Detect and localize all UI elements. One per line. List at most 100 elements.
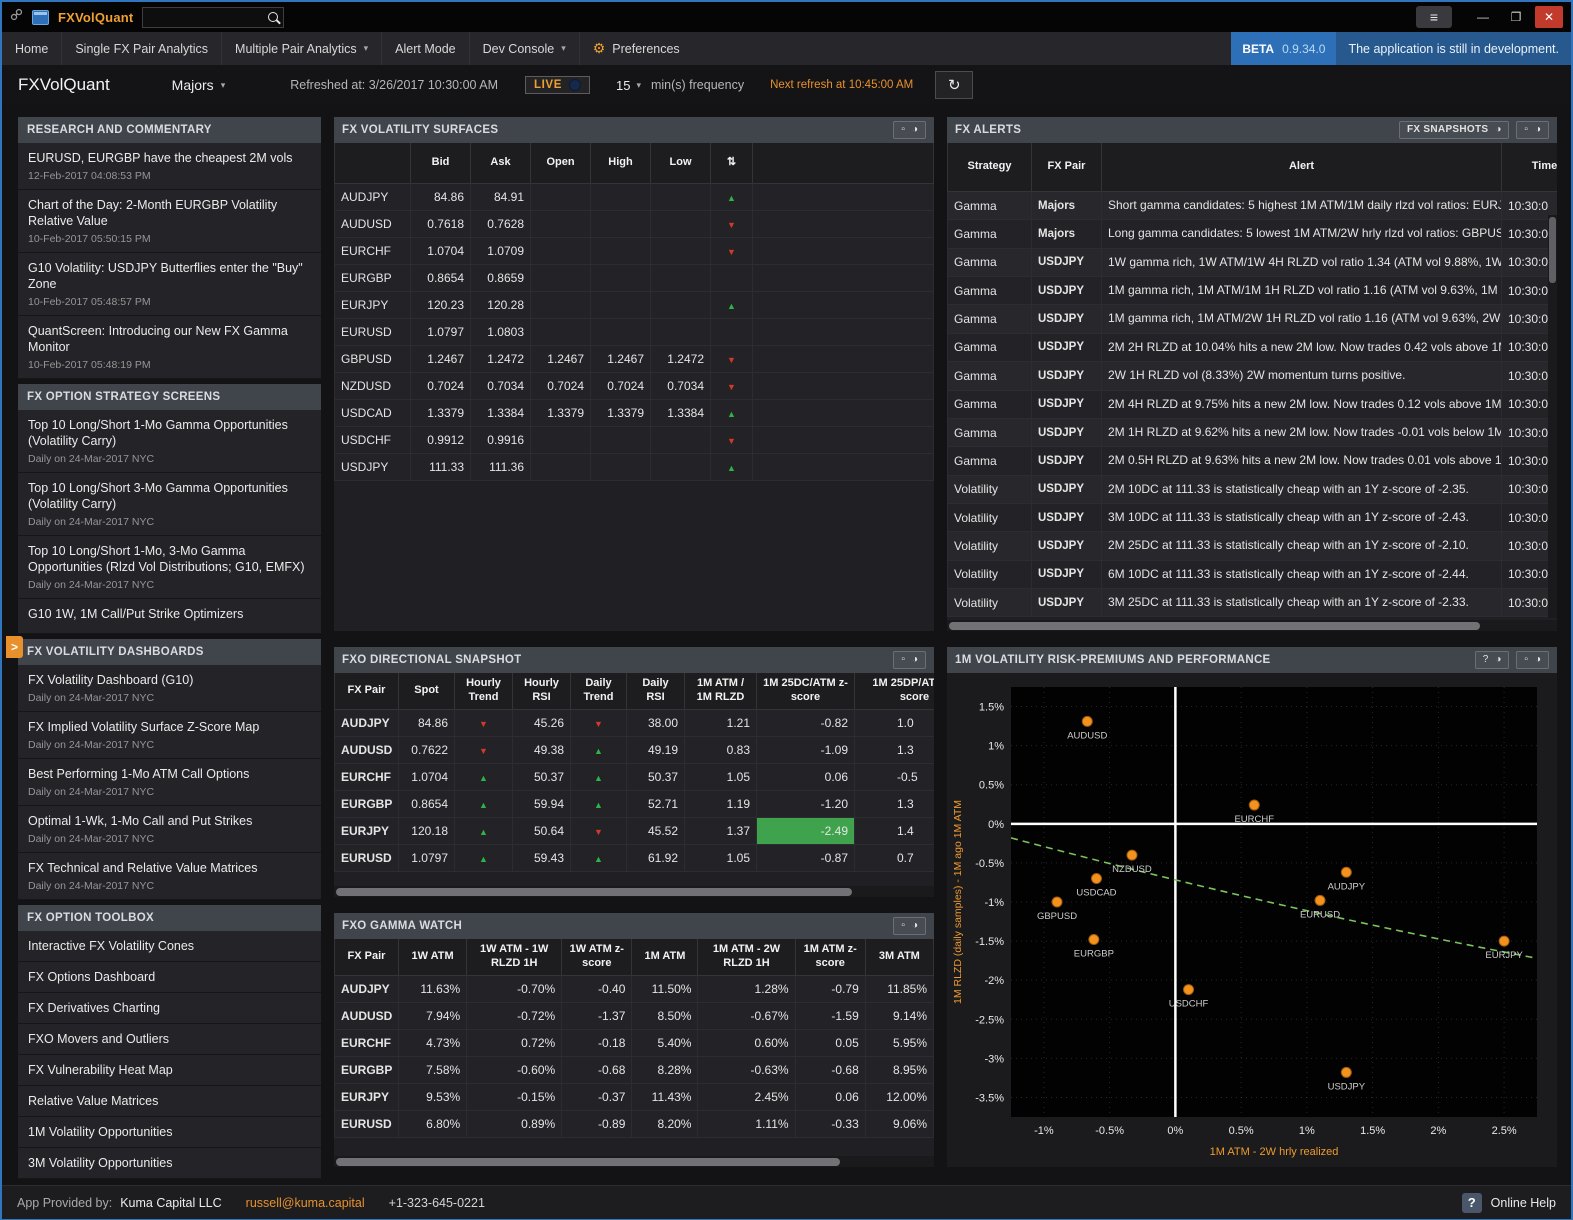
menu-dev-console[interactable]: Dev Console▾ xyxy=(470,32,580,65)
sidebar-item[interactable]: 1M Volatility Opportunities xyxy=(18,1117,321,1148)
toggle-icon[interactable]: ◑ xyxy=(1495,653,1501,667)
minimize-button[interactable]: — xyxy=(1469,6,1497,28)
alert-row[interactable]: Gamma USDJPY 1M gamma rich, 1M ATM/2W 1H… xyxy=(948,305,1558,333)
alert-row[interactable]: Gamma USDJPY 2M 2H RLZD at 10.04% hits a… xyxy=(948,333,1558,361)
maximize-button[interactable]: ❐ xyxy=(1502,6,1530,28)
fx-pair-link[interactable]: NZDUSD xyxy=(335,373,411,400)
toggle-icon[interactable]: ◑ xyxy=(912,919,918,933)
alert-row[interactable]: Gamma Majors Long gamma candidates: 5 lo… xyxy=(948,220,1558,248)
col-header-hourly-rsi[interactable]: Hourly RSI xyxy=(513,673,571,709)
link-icon[interactable] xyxy=(10,8,23,26)
fx-pair-link[interactable]: EURGBP xyxy=(335,265,411,292)
directional-row[interactable]: EURCHF 1.0704 50.37 50.37 1.05 0.06 -0.5 xyxy=(335,763,935,790)
directional-row[interactable]: AUDJPY 84.86 45.26 38.00 1.21 -0.82 1.0 xyxy=(335,709,935,736)
col-header-high[interactable]: High xyxy=(591,143,651,184)
fx-snapshots-button[interactable]: FX SNAPSHOTS ◑ xyxy=(1399,121,1509,139)
fx-pair-link[interactable]: USDCAD xyxy=(335,400,411,427)
chart-help-button[interactable]: ? ◑ xyxy=(1475,651,1510,669)
online-help-link[interactable]: Online Help xyxy=(1491,1196,1556,1210)
search-icon[interactable] xyxy=(268,12,278,22)
sidebar-item[interactable]: FXO Movers and Outliers xyxy=(18,1024,321,1055)
expand-icon[interactable]: ▫ xyxy=(1524,123,1528,137)
sidebar-item[interactable]: FX Volatility Dashboard (G10) Daily on 2… xyxy=(18,665,321,712)
expand-icon[interactable]: ▫ xyxy=(901,653,905,667)
scrollbar-thumb[interactable] xyxy=(336,888,852,896)
surface-row[interactable]: USDCHF 0.9912 0.9916 xyxy=(335,427,934,454)
col-header-ask[interactable]: Ask xyxy=(471,143,531,184)
sidebar-item[interactable]: 3M Volatility Opportunities xyxy=(18,1148,321,1179)
col-header-1w-atm-zscore[interactable]: 1W ATM z-score xyxy=(562,939,632,975)
alert-row[interactable]: Gamma USDJPY 1W gamma rich, 1W ATM/1W 4H… xyxy=(948,248,1558,276)
expand-icon[interactable]: ▫ xyxy=(901,919,905,933)
fx-pair-link[interactable]: EURJPY xyxy=(335,292,411,319)
sidebar-item[interactable]: EURUSD, EURGBP have the cheapest 2M vols… xyxy=(18,143,321,190)
search-input[interactable] xyxy=(148,10,264,24)
col-header-daily-trend[interactable]: Daily Trend xyxy=(571,673,627,709)
fx-pair-link[interactable]: USDJPY xyxy=(335,454,411,481)
surface-row[interactable]: NZDUSD 0.7024 0.7034 0.7024 0.7024 0.703… xyxy=(335,373,934,400)
menu-alert-mode[interactable]: Alert Mode xyxy=(382,32,469,65)
surface-row[interactable]: EURGBP 0.8654 0.8659 xyxy=(335,265,934,292)
sidebar-item[interactable]: FX Derivatives Charting xyxy=(18,993,321,1024)
menu-preferences[interactable]: ⚙Preferences xyxy=(580,32,693,65)
volatility-scatter-plot[interactable]: -1%-0.5%0%0.5%1%1.5%2%2.5%1.5%1%0.5%0%-0… xyxy=(947,673,1557,1167)
menu-multiple-pair-analytics[interactable]: Multiple Pair Analytics▾ xyxy=(222,32,382,65)
menu-home[interactable]: Home xyxy=(2,32,62,65)
fx-pair-link[interactable]: GBPUSD xyxy=(335,346,411,373)
alert-row[interactable]: Volatility USDJPY 2M 25DC at 111.33 is s… xyxy=(948,532,1558,560)
sidebar-expander-button[interactable]: > xyxy=(6,636,23,658)
gamma-row[interactable]: AUDUSD 7.94% -0.72% -1.37 8.50% -0.67% -… xyxy=(335,1002,934,1029)
menu-single-fx-pair-analytics[interactable]: Single FX Pair Analytics xyxy=(62,32,222,65)
alert-row[interactable]: Volatility USDJPY 6M 10DC at 111.33 is s… xyxy=(948,560,1558,588)
alert-row[interactable]: Gamma USDJPY 1M gamma rich, 1M ATM/1M 1H… xyxy=(948,277,1558,305)
col-header-fx-pair[interactable]: FX Pair xyxy=(335,673,399,709)
surface-row[interactable]: EURJPY 120.23 120.28 xyxy=(335,292,934,319)
col-header-bid[interactable]: Bid xyxy=(411,143,471,184)
gamma-row[interactable]: EURUSD 6.80% 0.89% -0.89 8.20% 1.11% -0.… xyxy=(335,1110,934,1137)
sidebar-item[interactable]: G10 1W, 1M Call/Put Strike Optimizers xyxy=(18,599,321,634)
gamma-row[interactable]: AUDJPY 11.63% -0.70% -0.40 11.50% 1.28% … xyxy=(335,975,934,1002)
col-header-3m-atm[interactable]: 3M ATM xyxy=(865,939,933,975)
gamma-row[interactable]: EURJPY 9.53% -0.15% -0.37 11.43% 2.45% 0… xyxy=(335,1083,934,1110)
col-header-1m-atm-zscore[interactable]: 1M ATM z-score xyxy=(795,939,865,975)
surface-row[interactable]: USDCAD 1.3379 1.3384 1.3379 1.3379 1.338… xyxy=(335,400,934,427)
alert-row[interactable]: Gamma USDJPY 2M 1H RLZD at 9.62% hits a … xyxy=(948,418,1558,446)
help-icon[interactable]: ? xyxy=(1462,1193,1482,1213)
col-header-1w-atm[interactable]: 1W ATM xyxy=(399,939,467,975)
col-header-strategy[interactable]: Strategy xyxy=(948,143,1032,192)
panel-controls[interactable]: ▫ ◑ xyxy=(893,651,926,669)
fx-pair-link[interactable]: AUDUSD xyxy=(335,211,411,238)
alert-row[interactable]: Gamma Majors Short gamma candidates: 5 h… xyxy=(948,192,1558,220)
fx-pair-link[interactable]: USDCHF xyxy=(335,427,411,454)
vertical-scrollbar[interactable] xyxy=(1548,215,1557,618)
toggle-icon[interactable]: ◑ xyxy=(912,123,918,137)
directional-row[interactable]: EURUSD 1.0797 59.43 61.92 1.05 -0.87 0.7 xyxy=(335,844,935,871)
sort-icon[interactable]: ⇅ xyxy=(711,143,753,184)
surface-row[interactable]: AUDJPY 84.86 84.91 xyxy=(335,184,934,211)
surface-row[interactable]: AUDUSD 0.7618 0.7628 xyxy=(335,211,934,238)
fx-pair-link[interactable]: EURCHF xyxy=(335,238,411,265)
sidebar-item[interactable]: Optimal 1-Wk, 1-Mo Call and Put Strikes … xyxy=(18,806,321,853)
frequency-dropdown[interactable]: 15▾ xyxy=(616,78,641,93)
close-button[interactable]: ✕ xyxy=(1535,6,1563,28)
gamma-row[interactable]: EURGBP 7.58% -0.60% -0.68 8.28% -0.63% -… xyxy=(335,1056,934,1083)
col-header-fx-pair[interactable]: FX Pair xyxy=(1032,143,1102,192)
sidebar-item[interactable]: Relative Value Matrices xyxy=(18,1086,321,1117)
sidebar-item[interactable]: FX Options Dashboard xyxy=(18,962,321,993)
hamburger-menu-icon[interactable]: ≡ xyxy=(1416,6,1452,28)
expand-icon[interactable]: ▫ xyxy=(1524,653,1528,667)
help-icon[interactable]: ? xyxy=(1483,653,1489,667)
horizontal-scrollbar[interactable] xyxy=(334,886,934,897)
scrollbar-thumb[interactable] xyxy=(336,1158,840,1166)
sidebar-item[interactable]: Top 10 Long/Short 1-Mo Gamma Opportuniti… xyxy=(18,410,321,473)
col-header-fx-pair[interactable]: FX Pair xyxy=(335,939,399,975)
col-header-1w-atm-rlzd[interactable]: 1W ATM - 1W RLZD 1H xyxy=(467,939,562,975)
toggle-icon[interactable]: ◑ xyxy=(1535,653,1541,667)
sidebar-item[interactable]: G10 Volatility: USDJPY Butterflies enter… xyxy=(18,253,321,316)
sidebar-item[interactable]: QuantScreen: Introducing our New FX Gamm… xyxy=(18,316,321,379)
col-header-atm-rlzd[interactable]: 1M ATM / 1M RLZD xyxy=(685,673,757,709)
panel-controls[interactable]: ▫ ◑ xyxy=(893,917,926,935)
surface-row[interactable]: EURUSD 1.0797 1.0803 xyxy=(335,319,934,346)
gamma-row[interactable]: EURCHF 4.73% 0.72% -0.18 5.40% 0.60% 0.0… xyxy=(335,1029,934,1056)
sidebar-item[interactable]: Top 10 Long/Short 3-Mo Gamma Opportuniti… xyxy=(18,473,321,536)
